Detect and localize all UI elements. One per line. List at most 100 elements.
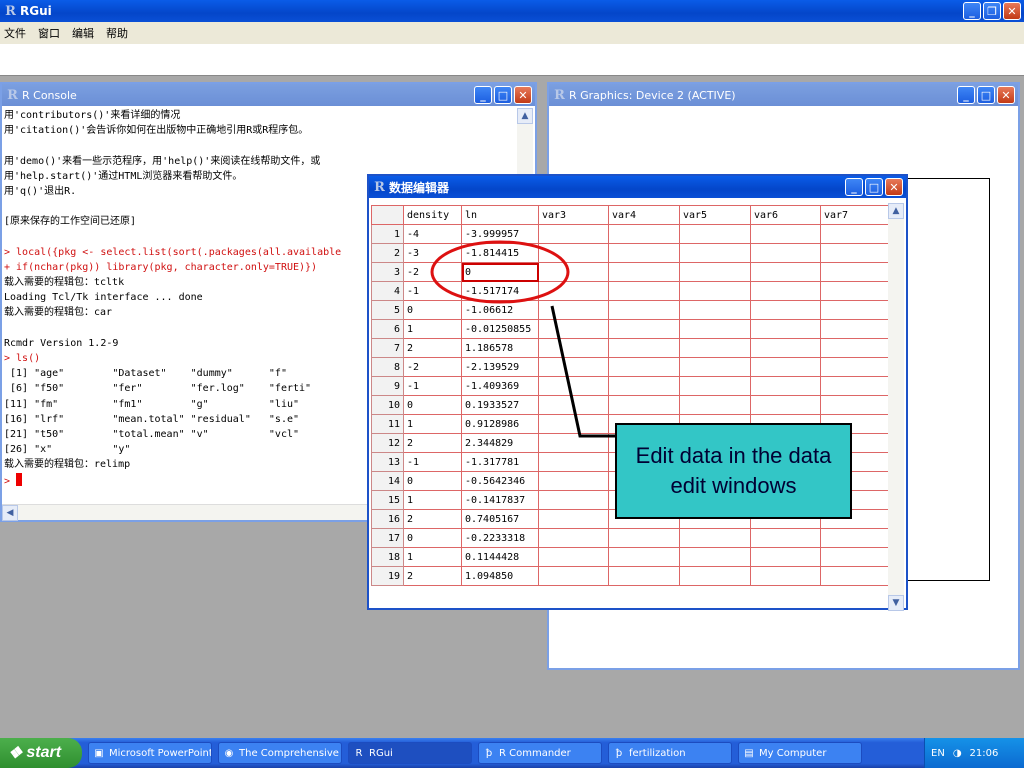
scroll-down-icon[interactable]: ▼ <box>888 595 904 611</box>
grid-cell[interactable] <box>608 262 680 282</box>
column-header[interactable]: var6 <box>750 205 821 225</box>
row-header[interactable]: 13 <box>371 452 404 472</box>
grid-cell[interactable] <box>820 338 891 358</box>
grid-cell[interactable] <box>750 281 821 301</box>
grid-cell[interactable]: -3.999957 <box>461 224 539 244</box>
column-header[interactable]: density <box>403 205 462 225</box>
taskbar-item[interactable]: ▣ Microsoft PowerPoint ... <box>88 742 212 764</box>
grid-cell[interactable] <box>750 547 821 567</box>
grid-cell[interactable]: 1 <box>403 414 462 434</box>
grid-cell[interactable] <box>538 547 609 567</box>
row-header[interactable]: 6 <box>371 319 404 339</box>
data-editor-window[interactable]: R 数据编辑器 _ □ ✕ density ln var3 var4 var5 var6 v… <box>367 174 908 611</box>
grid-cell[interactable] <box>679 319 751 339</box>
grid-cell[interactable] <box>820 300 891 320</box>
grid-cell[interactable]: -1 <box>403 376 462 396</box>
grid-cell[interactable] <box>538 414 609 434</box>
grid-cell[interactable] <box>538 528 609 548</box>
grid-cell[interactable] <box>679 243 751 263</box>
grid-cell[interactable] <box>538 262 609 282</box>
grid-cell[interactable] <box>608 338 680 358</box>
grid-cell[interactable]: 0 <box>403 300 462 320</box>
grid-cell[interactable] <box>538 376 609 396</box>
rgui-title-bar[interactable]: R RGui _ ❐ ✕ <box>0 0 1024 22</box>
grid-cell[interactable] <box>538 395 609 415</box>
row-header[interactable]: 2 <box>371 243 404 263</box>
scroll-left-icon[interactable]: ◀ <box>2 505 18 521</box>
taskbar-item[interactable]: ▤ My Computer <box>738 742 862 764</box>
column-header[interactable]: var3 <box>538 205 609 225</box>
grid-cell[interactable] <box>608 376 680 396</box>
row-header[interactable]: 14 <box>371 471 404 491</box>
grid-cell[interactable] <box>538 224 609 244</box>
menu-help[interactable]: 帮助 <box>106 25 128 41</box>
graphics-title-bar[interactable]: R R Graphics: Device 2 (ACTIVE) _ □ ✕ <box>549 84 1018 106</box>
editor-title-bar[interactable]: R 数据编辑器 _ □ ✕ <box>369 176 906 198</box>
row-header[interactable]: 11 <box>371 414 404 434</box>
row-header[interactable]: 5 <box>371 300 404 320</box>
grid-cell[interactable] <box>608 357 680 377</box>
grid-cell[interactable]: 1.186578 <box>461 338 539 358</box>
row-header[interactable]: 15 <box>371 490 404 510</box>
grid-cell[interactable]: 0.9128986 <box>461 414 539 434</box>
grid-cell[interactable]: -1 <box>403 281 462 301</box>
column-header[interactable]: var7 <box>820 205 891 225</box>
column-header[interactable]: var5 <box>679 205 751 225</box>
grid-cell[interactable] <box>750 319 821 339</box>
grid-cell[interactable] <box>608 319 680 339</box>
grid-cell[interactable] <box>820 319 891 339</box>
grid-cell[interactable]: 2.344829 <box>461 433 539 453</box>
row-header[interactable]: 9 <box>371 376 404 396</box>
grid-cell[interactable] <box>538 509 609 529</box>
row-header[interactable]: 19 <box>371 566 404 586</box>
menu-edit[interactable]: 编辑 <box>72 25 94 41</box>
grid-cell[interactable] <box>750 300 821 320</box>
grid-cell[interactable] <box>538 490 609 510</box>
grid-cell[interactable]: -4 <box>403 224 462 244</box>
taskbar-item[interactable]: ◉ The Comprehensive ... <box>218 742 342 764</box>
grid-cell[interactable] <box>679 338 751 358</box>
grid-cell[interactable]: -1.409369 <box>461 376 539 396</box>
grid-cell[interactable]: 1 <box>403 490 462 510</box>
grid-cell[interactable] <box>608 566 680 586</box>
row-header[interactable]: 17 <box>371 528 404 548</box>
maximize-button[interactable]: □ <box>977 86 995 104</box>
grid-cell[interactable] <box>679 300 751 320</box>
grid-cell[interactable]: 2 <box>403 566 462 586</box>
grid-cell[interactable]: 0.1933527 <box>461 395 539 415</box>
grid-cell[interactable]: -1.517174 <box>461 281 539 301</box>
grid-cell[interactable] <box>538 319 609 339</box>
grid-cell[interactable] <box>538 566 609 586</box>
grid-cell[interactable] <box>750 262 821 282</box>
grid-cell[interactable] <box>608 300 680 320</box>
grid-cell[interactable] <box>608 528 680 548</box>
grid-cell[interactable]: -1.06612 <box>461 300 539 320</box>
taskbar-item[interactable]: R RGui <box>348 742 472 764</box>
row-header[interactable]: 3 <box>371 262 404 282</box>
close-button[interactable]: ✕ <box>885 178 903 196</box>
maximize-button[interactable]: □ <box>865 178 883 196</box>
grid-cell[interactable]: 0 <box>403 395 462 415</box>
grid-cell[interactable] <box>820 224 891 244</box>
grid-cell[interactable]: -0.1417837 <box>461 490 539 510</box>
grid-cell[interactable] <box>750 528 821 548</box>
scroll-up-icon[interactable]: ▲ <box>517 108 533 124</box>
minimize-button[interactable]: _ <box>957 86 975 104</box>
maximize-button[interactable]: □ <box>494 86 512 104</box>
grid-cell[interactable] <box>608 395 680 415</box>
grid-cell[interactable] <box>538 357 609 377</box>
grid-cell[interactable]: -0.5642346 <box>461 471 539 491</box>
close-button[interactable]: ✕ <box>1003 2 1021 20</box>
taskbar-item[interactable]: ꝥ fertilization <box>608 742 732 764</box>
grid-cell[interactable]: -3 <box>403 243 462 263</box>
minimize-button[interactable]: _ <box>474 86 492 104</box>
grid-cell[interactable] <box>750 224 821 244</box>
grid-cell[interactable] <box>608 281 680 301</box>
minimize-button[interactable]: _ <box>963 2 981 20</box>
grid-cell[interactable]: 2 <box>403 338 462 358</box>
grid-cell[interactable]: 1 <box>403 547 462 567</box>
scroll-up-icon[interactable]: ▲ <box>888 203 904 219</box>
grid-cell[interactable]: 2 <box>403 433 462 453</box>
grid-cell[interactable] <box>750 357 821 377</box>
grid-cell[interactable] <box>679 357 751 377</box>
